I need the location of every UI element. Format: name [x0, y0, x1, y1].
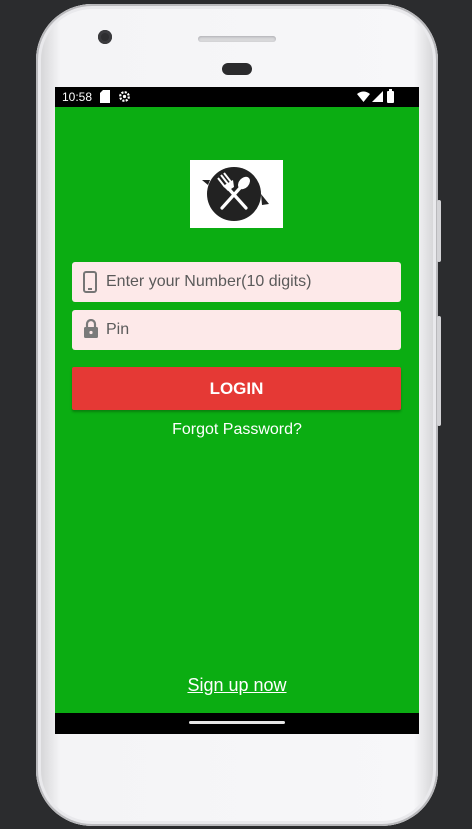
volume-button: [437, 316, 441, 426]
battery-icon: [387, 89, 394, 103]
home-gesture-bar[interactable]: [189, 721, 285, 724]
phone-number-field: [72, 262, 401, 302]
app-screen: 10:58 Enter your Number(10 digits) LOGIN…: [55, 87, 419, 734]
navigation-bar: [55, 713, 419, 734]
status-time: 10:58: [62, 90, 93, 104]
fork-spoon-icon: [202, 167, 269, 221]
power-button: [437, 200, 441, 262]
login-button[interactable]: LOGIN: [72, 367, 401, 410]
pin-input[interactable]: [106, 310, 391, 350]
app-logo: [190, 160, 283, 228]
sd-card-icon: [100, 90, 110, 103]
wifi-icon: [357, 91, 370, 102]
pin-field: [72, 310, 401, 350]
forgot-password-link[interactable]: Forgot Password?: [55, 421, 419, 439]
status-bar: 10:58: [55, 87, 419, 107]
sign-up-link[interactable]: Sign up now: [55, 675, 419, 696]
settings-icon: [119, 91, 130, 102]
proximity-sensor: [222, 63, 252, 75]
phone-number-input[interactable]: [106, 262, 391, 302]
lock-icon: [84, 319, 98, 338]
earpiece-speaker: [198, 36, 276, 42]
front-camera: [98, 30, 112, 44]
phone-icon: [83, 271, 97, 293]
signal-icon: [372, 91, 383, 102]
